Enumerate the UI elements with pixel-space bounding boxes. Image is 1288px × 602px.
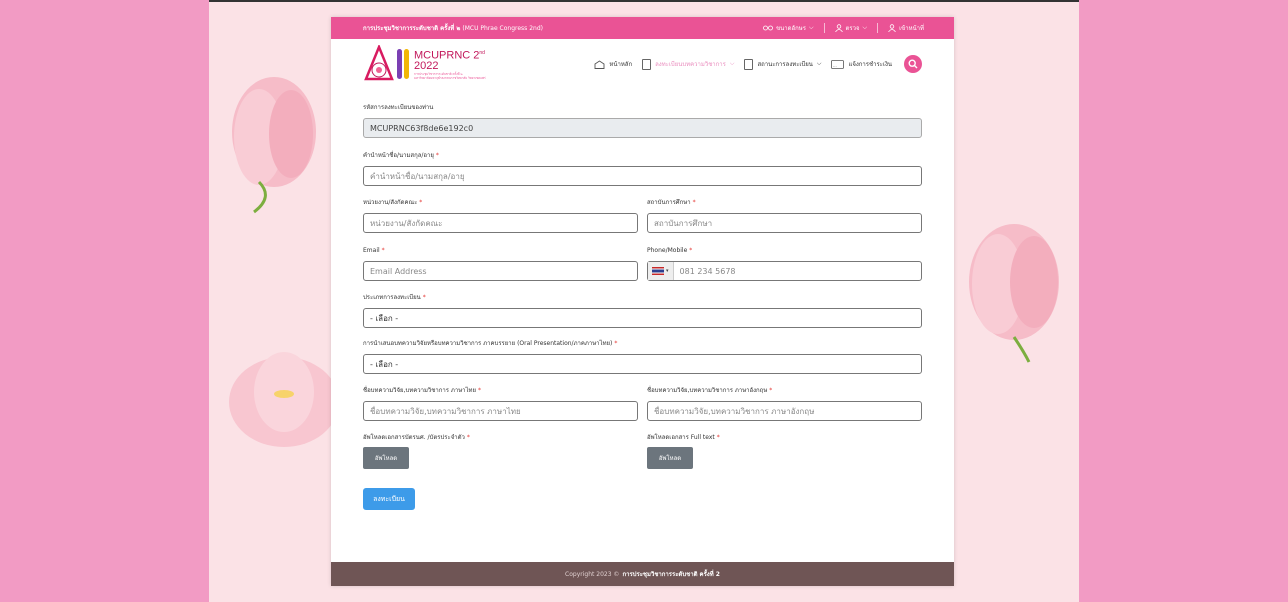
user-icon — [888, 24, 896, 32]
upload-id-label: อัพโหลดเอกสารบัตรนศ. /บัตรประจำตัว * — [363, 434, 470, 441]
svg-text:...: ... — [833, 62, 837, 67]
phone-placeholder: 081 234 5678 — [679, 266, 736, 276]
divider — [823, 23, 825, 33]
upload-id-button[interactable]: อัพโหลด — [363, 447, 409, 469]
logo-superscript: nd — [479, 49, 485, 56]
search-icon — [908, 59, 918, 69]
seal-logo-icon — [364, 45, 394, 81]
reg-type-select[interactable]: - เลือก - — [363, 308, 922, 328]
nav-register-article[interactable]: ลงทะเบียนบทความวิชาการ ⌵ — [642, 58, 735, 70]
logo[interactable]: MCUPRNC 2nd 2022 การประชุมวิชาการระดับชา… — [364, 45, 486, 83]
site-subtitle: (MCU Phrae Congress 2nd) — [462, 25, 543, 32]
lotus-decoration-bottom-left — [229, 352, 339, 447]
country-selector[interactable]: ▾ — [648, 262, 674, 280]
divider — [877, 23, 879, 33]
home-icon — [594, 59, 605, 69]
users-icon — [834, 24, 843, 32]
register-submit-button[interactable]: ลงทะเบียน — [363, 488, 415, 510]
phone-field[interactable]: ▾ 081 234 5678 — [647, 261, 922, 281]
main-nav: หน้าหลัก ลงทะเบียนบทความวิชาการ ⌵ สถานะก… — [594, 55, 922, 73]
header: MCUPRNC 2nd 2022 การประชุมวิชาการระดับชา… — [331, 39, 954, 89]
chevron-down-icon: ⌵ — [729, 60, 735, 67]
email-label: Email * — [363, 247, 385, 254]
upload-full-label: อัพโหลดเอกสาร Full text * — [647, 434, 720, 441]
title-en-label: ชื่อบทความวิจัย,บทความวิชาการ ภาษาอังกฤษ… — [647, 387, 773, 394]
copyright-text: Copyright 2023 © — [565, 570, 620, 578]
check-menu[interactable]: ตรวจ ⌵ — [834, 23, 867, 33]
prefix-name-input[interactable]: คำนำหน้าชื่อ/นามสกุล/อายุ — [363, 166, 922, 186]
search-button[interactable] — [904, 55, 922, 73]
message-icon: ... — [831, 59, 845, 69]
site-title: การประชุมวิชาการระดับชาติ ครั้งที่ ๒ (MC… — [363, 25, 543, 32]
lotus-decoration-left — [232, 77, 316, 214]
email-field[interactable]: Email Address — [363, 261, 638, 281]
staff-link[interactable]: เข้าหน้าที่ — [888, 23, 924, 33]
chevron-down-icon: ▾ — [666, 268, 669, 274]
lotus-decoration-right — [969, 224, 1059, 363]
document-icon — [642, 58, 652, 70]
font-size-menu[interactable]: ขนาดอักษร ⌵ — [763, 23, 814, 33]
prefix-name-label: คำนำหน้าชื่อ/นามสกุล/อายุ * — [363, 152, 439, 159]
nav-payment[interactable]: ... แจ้งการชำระเงิน — [831, 59, 892, 69]
institution-label: สถาบันการศึกษา * — [647, 199, 696, 206]
presentation-label: การนำเสนอบทความวิจัยหรือบทความวิชาการ ภา… — [363, 340, 618, 347]
top-bar: การประชุมวิชาการระดับชาติ ครั้งที่ ๒ (MC… — [331, 17, 954, 39]
upload-full-button[interactable]: อัพโหลด — [647, 447, 693, 469]
footer: Copyright 2023 © การประชุมวิชาการระดับชา… — [331, 562, 954, 586]
nav-home[interactable]: หน้าหลัก — [594, 59, 632, 69]
footer-event-name: การประชุมวิชาการระดับชาติ ครั้งที่ 2 — [622, 571, 720, 578]
title-th-label: ชื่อบทความวิจัย,บทความวิชาการ ภาษาไทย * — [363, 387, 482, 394]
reg-type-label: ประเภทการลงทะเบียน * — [363, 294, 426, 301]
reg-code-field: MCUPRNC63f8de6e192c0 — [363, 118, 922, 138]
institution-input[interactable]: สถาบันการศึกษา — [647, 213, 922, 233]
logo-line2: 2022 — [414, 60, 439, 73]
title-en-input[interactable]: ชื่อบทความวิจัย,บทความวิชาการ ภาษาอังกฤษ — [647, 401, 922, 421]
thai-flag-icon — [652, 267, 664, 275]
chevron-down-icon: ⌵ — [816, 60, 822, 67]
department-input[interactable]: หน่วยงาน/สังกัดคณะ — [363, 213, 638, 233]
logo-tagline-2: มหาวิทยาลัยมหาจุฬาลงกรณราชวิทยาลัย วิทยา… — [414, 76, 486, 81]
reg-code-label: รหัสการลงทะเบียนของท่าน — [363, 104, 434, 111]
registration-card: การประชุมวิชาการระดับชาติ ครั้งที่ ๒ (MC… — [331, 17, 954, 586]
color-bars-icon — [397, 49, 409, 79]
glasses-icon — [763, 25, 773, 31]
title-th-input[interactable]: ชื่อบทความวิจัย,บทความวิชาการ ภาษาไทย — [363, 401, 638, 421]
document-icon — [744, 58, 754, 70]
nav-registration-status[interactable]: สถานะการลงทะเบียน ⌵ — [744, 58, 822, 70]
presentation-select[interactable]: - เลือก - — [363, 354, 922, 374]
department-label: หน่วยงาน/สังกัดคณะ * — [363, 199, 423, 206]
phone-label: Phone/Mobile * — [647, 247, 693, 254]
